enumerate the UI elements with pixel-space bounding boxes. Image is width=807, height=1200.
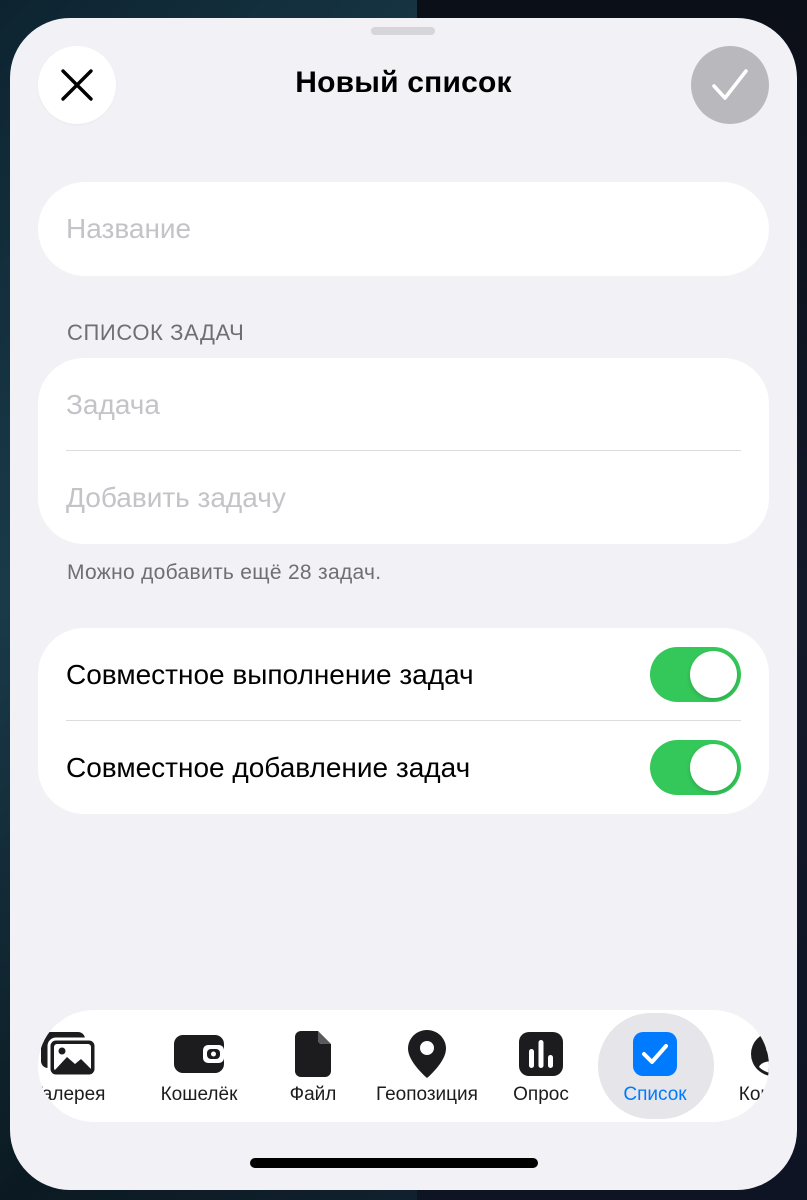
- attach-contact-label: Контакт: [738, 1084, 769, 1105]
- new-list-sheet: Новый список СПИСОК ЗАДАЧ Можно добавить…: [10, 18, 797, 1190]
- contact-icon: [751, 1032, 769, 1076]
- shared-completion-switch[interactable]: [650, 647, 741, 702]
- sheet-grabber[interactable]: [371, 27, 435, 35]
- attach-file-label: Файл: [289, 1084, 337, 1105]
- remaining-tasks-hint: Можно добавить ещё 28 задач.: [67, 561, 382, 584]
- list-name-field[interactable]: [38, 182, 769, 276]
- settings-card: Совместное выполнение задач Совместное д…: [38, 628, 769, 814]
- file-icon: [295, 1031, 331, 1077]
- attach-location-label: Геопозиция: [376, 1084, 478, 1105]
- attach-checklist[interactable]: Список: [596, 1010, 714, 1122]
- shared-completion-label: Совместное выполнение задач: [66, 658, 474, 690]
- shared-completion-row[interactable]: Совместное выполнение задач: [38, 628, 769, 721]
- attach-checklist-label: Список: [623, 1084, 687, 1105]
- attach-file[interactable]: Файл: [254, 1010, 372, 1122]
- shared-adding-row[interactable]: Совместное добавление задач: [38, 721, 769, 814]
- attach-poll[interactable]: Опрос: [482, 1010, 600, 1122]
- attach-poll-label: Опрос: [513, 1084, 569, 1105]
- task-list-card: [38, 358, 769, 544]
- attach-wallet[interactable]: Кошелёк: [140, 1010, 258, 1122]
- attach-contact[interactable]: Контакт: [714, 1010, 769, 1122]
- wallet-icon: [174, 1035, 224, 1073]
- checklist-icon: [633, 1032, 677, 1076]
- poll-icon: [519, 1032, 563, 1076]
- add-task-input[interactable]: [38, 451, 769, 544]
- attach-location[interactable]: Геопозиция: [368, 1010, 486, 1122]
- attachment-bar[interactable]: Галерея Кошелёк Файл Геопозиция Опрос Сп…: [38, 1010, 769, 1122]
- location-pin-icon: [408, 1030, 446, 1078]
- task-input[interactable]: [38, 358, 769, 451]
- checkmark-icon: [712, 69, 748, 100]
- attach-gallery[interactable]: Галерея: [38, 1010, 128, 1122]
- attach-wallet-label: Кошелёк: [160, 1084, 238, 1105]
- tasks-section-label: СПИСОК ЗАДАЧ: [67, 320, 245, 345]
- done-button[interactable]: [691, 46, 769, 124]
- switch-knob: [690, 651, 737, 698]
- home-indicator: [250, 1158, 538, 1168]
- add-task-row[interactable]: [38, 451, 769, 544]
- task-row[interactable]: [38, 358, 769, 451]
- shared-adding-label: Совместное добавление задач: [66, 751, 471, 783]
- attach-gallery-label: Галерея: [38, 1084, 106, 1105]
- attachment-track: Галерея Кошелёк Файл Геопозиция Опрос Сп…: [38, 1010, 769, 1122]
- sheet-title: Новый список: [295, 66, 512, 99]
- shared-adding-switch[interactable]: [650, 740, 741, 795]
- switch-knob: [690, 744, 737, 791]
- gallery-icon: [41, 1032, 98, 1078]
- list-name-input[interactable]: [38, 182, 769, 276]
